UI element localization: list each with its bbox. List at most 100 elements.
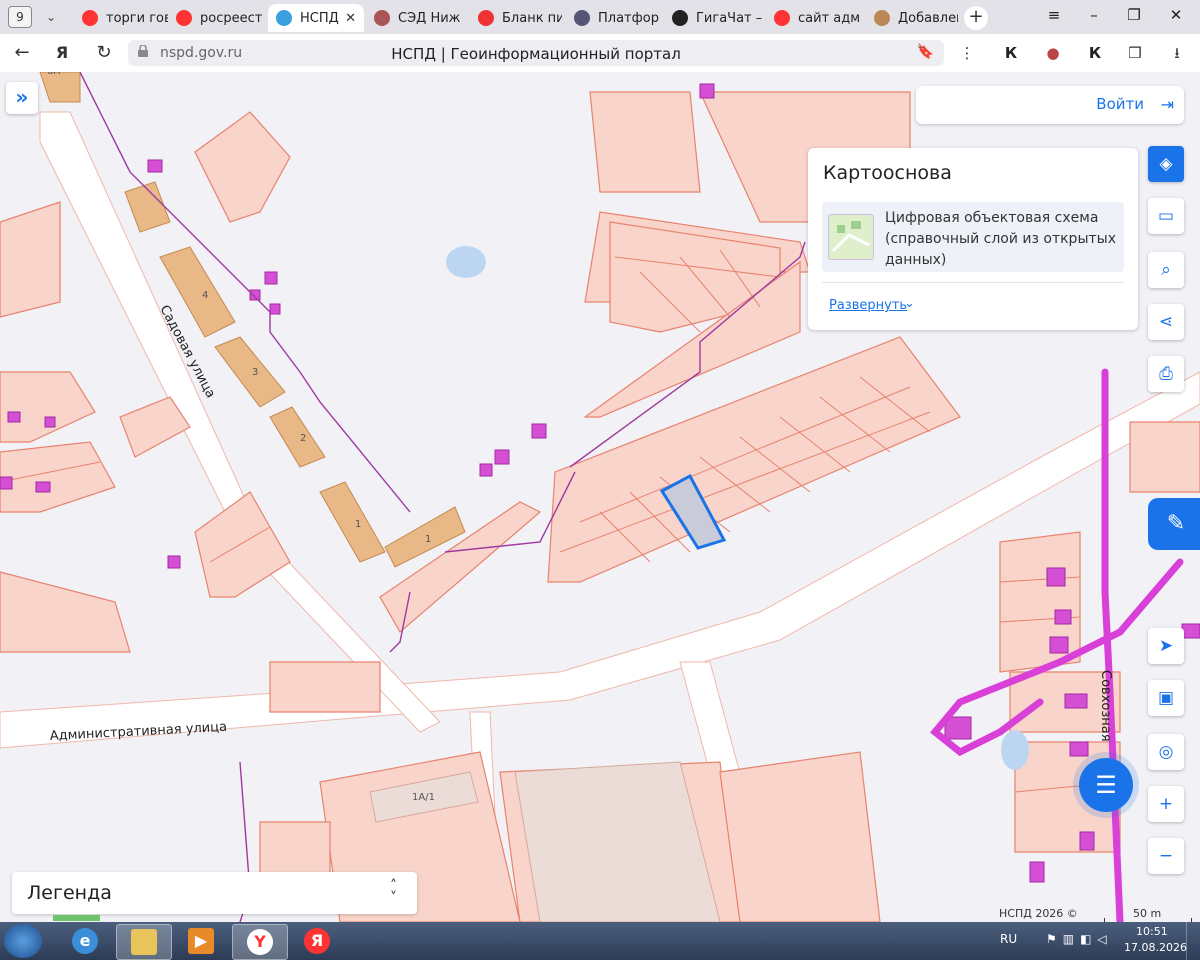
new-tab-button[interactable]: + [964, 6, 988, 30]
yandex-home-icon[interactable]: Я [50, 42, 74, 64]
browser-tab[interactable]: ГигаЧат – [664, 4, 762, 32]
gigachat-icon [672, 10, 688, 26]
avatar-extension-icon[interactable]: ● [1042, 42, 1064, 64]
tab-label: Платфор [598, 10, 659, 26]
basemap-panel: Картооснова Цифровая объектовая схема (с… [808, 148, 1138, 330]
taskbar-yandex-browser[interactable]: Y [232, 924, 288, 960]
yandex-icon: Я [304, 928, 330, 954]
house-number-label: 1А/1 [412, 792, 435, 803]
show-desktop-button[interactable] [1186, 922, 1200, 960]
assistant-icon[interactable]: ✎ [1148, 498, 1200, 550]
house-number-label: 1 [425, 534, 431, 545]
tab-label: ГигаЧат – [696, 10, 762, 26]
login-arrow-icon: ⇥ [1160, 95, 1174, 114]
yandex-icon [774, 10, 790, 26]
back-arrow-icon[interactable]: ← [10, 42, 34, 64]
kontur-extension-2-icon[interactable]: К [1084, 42, 1106, 64]
clock-time[interactable]: 10:51 [1136, 925, 1168, 938]
share-icon[interactable]: ⋖ [1148, 304, 1184, 340]
expand-collapse-icon: ˄ ˅ [390, 878, 397, 906]
close-window-icon[interactable]: ✕ [1162, 6, 1190, 24]
browser-tab[interactable]: Добавлен [866, 4, 958, 32]
browser-menu-icon[interactable]: ≡ [1040, 6, 1068, 24]
chat-icon[interactable]: ☰ [1079, 758, 1133, 812]
house-number-label: 2 [300, 433, 306, 444]
yandex-browser-icon: Y [247, 929, 273, 955]
zoom-out-icon[interactable]: − [1148, 838, 1184, 874]
basemap-layer-item[interactable]: Цифровая объектовая схема (справочный сл… [822, 202, 1124, 272]
tab-label: росреест [200, 10, 263, 26]
browser-tab[interactable]: росреест [168, 4, 264, 32]
minimize-window-icon[interactable]: – [1080, 6, 1108, 24]
copyright-text: НСПД 2026 © [999, 907, 1078, 920]
yandex-icon [176, 10, 192, 26]
browser-tab[interactable]: НСПД ✕ [268, 4, 364, 32]
login-label: Войти [1096, 95, 1144, 113]
tab-label: НСПД [300, 10, 339, 26]
nspd-icon [276, 10, 292, 26]
tab-label: Добавлен [898, 10, 958, 26]
start-button-icon[interactable] [4, 924, 42, 958]
doc-icon [478, 10, 494, 26]
layer-name: Цифровая объектовая схема (справочный сл… [885, 210, 1116, 268]
yandex-icon [82, 10, 98, 26]
legend-toggle[interactable]: Легенда ˄ ˅ [12, 872, 417, 914]
clock-date[interactable]: 17.08.2026 [1124, 941, 1187, 954]
house-number-label: 4 [202, 290, 208, 301]
more-menu-icon[interactable]: ⋮ [956, 42, 978, 64]
page-icon [874, 10, 890, 26]
locate-arrow-icon[interactable]: ➤ [1148, 628, 1184, 664]
map-canvas[interactable]: Административная улица Садовая улица Сов… [0, 72, 1200, 922]
expand-link[interactable]: Развернуть [829, 298, 907, 313]
browser-tab[interactable]: торги гов [74, 4, 168, 32]
legend-color-swatch [53, 915, 100, 921]
language-indicator[interactable]: RU [1000, 932, 1017, 946]
legend-label: Легенда [27, 882, 112, 904]
url-field[interactable]: nspd.gov.ru НСПД | Геоинформационный пор… [128, 40, 944, 66]
page-title: НСПД | Геоинформационный портал [391, 45, 681, 63]
collections-icon[interactable]: ❒ [1124, 42, 1146, 64]
minimap-icon[interactable]: ▣ [1148, 680, 1184, 716]
house-number-label: 3 [252, 367, 258, 378]
emblem-icon [574, 10, 590, 26]
layers-icon[interactable]: ◈ [1148, 146, 1184, 182]
basemap-title: Картооснова [823, 162, 952, 184]
tab-label: торги гов [106, 10, 168, 26]
tab-count-badge[interactable]: 9 [8, 6, 32, 28]
browser-tab-strip: 9 ⌄ торги гов росреест НСПД ✕ СЭД Ниж Бланк п… [0, 0, 1200, 34]
chevron-down-icon[interactable]: ⌄ [904, 296, 915, 311]
divider [822, 282, 1124, 283]
zoom-in-icon[interactable]: + [1148, 786, 1184, 822]
media-player-icon: ▶ [188, 928, 214, 954]
tab-label: сайт адм [798, 10, 861, 26]
expand-panel-chevrons-icon[interactable]: » [6, 82, 38, 114]
taskbar-yandex[interactable]: Я [290, 924, 344, 958]
house-number-label: 6А [47, 72, 60, 77]
close-tab-icon[interactable]: ✕ [345, 11, 356, 26]
print-icon[interactable]: ⎙ [1148, 356, 1184, 392]
browser-tab[interactable]: СЭД Ниж [366, 4, 466, 32]
ruler-icon[interactable]: ▭ [1148, 198, 1184, 234]
tray-icons[interactable]: ⚑▥◧◁ [1046, 932, 1113, 946]
login-button[interactable]: Войти ⇥ [916, 86, 1184, 124]
sed-icon [374, 10, 390, 26]
reload-icon[interactable]: ↻ [92, 42, 116, 64]
folder-icon [131, 929, 157, 955]
taskbar-ie[interactable]: e [58, 924, 112, 958]
browser-tab[interactable]: сайт адм [766, 4, 862, 32]
layer-thumbnail-icon [828, 214, 874, 260]
bookmark-icon[interactable]: 🔖 [917, 44, 934, 60]
browser-tab[interactable]: Платфор [566, 4, 660, 32]
taskbar-explorer[interactable] [116, 924, 172, 960]
restore-window-icon[interactable]: ❐ [1120, 6, 1148, 24]
download-icon[interactable]: ⭳ [1166, 42, 1188, 64]
taskbar-media[interactable]: ▶ [174, 924, 228, 958]
tab-list-chevron-icon[interactable]: ⌄ [40, 7, 62, 27]
house-number-label: 1 [355, 519, 361, 530]
browser-address-bar: ← Я ↻ nspd.gov.ru НСПД | Геоинформационн… [0, 34, 1200, 73]
kontur-extension-icon[interactable]: К [1000, 42, 1022, 64]
geolocation-icon[interactable]: ◎ [1148, 734, 1184, 770]
os-taskbar: e ▶ Y Я RU ⚑▥◧◁ 10:51 17.08.2026 [0, 922, 1200, 960]
area-search-icon[interactable]: ⌕ [1148, 252, 1184, 288]
browser-tab[interactable]: Бланк пис [470, 4, 562, 32]
